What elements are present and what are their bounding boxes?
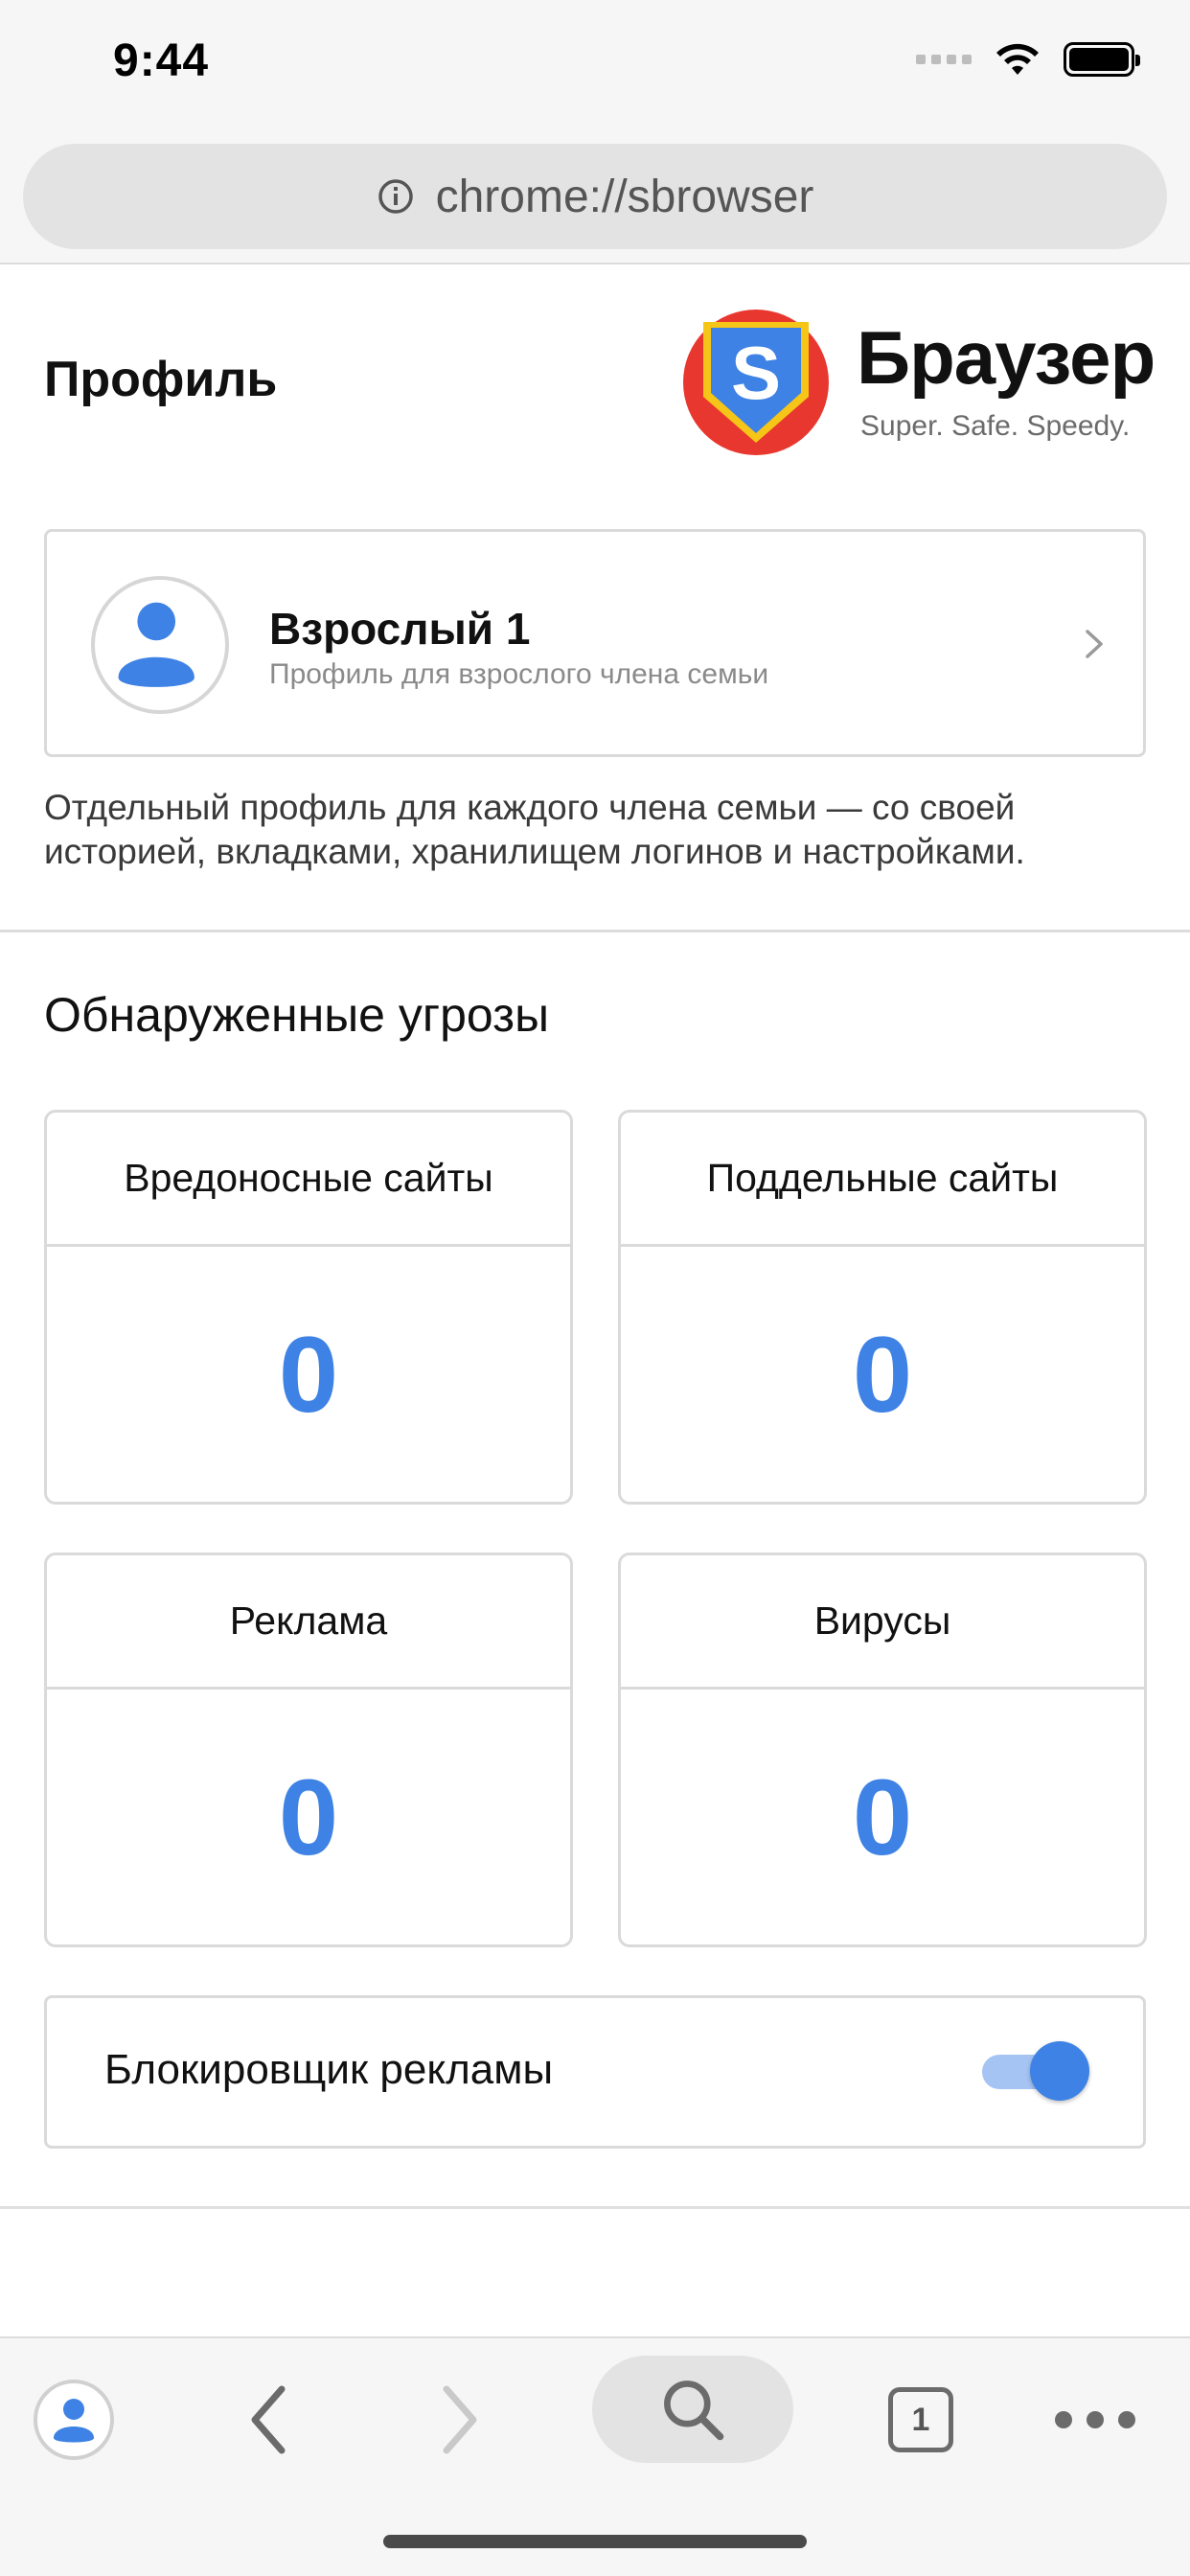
- browser-top-chrome: 9:44 chrome://sbrowser: [0, 0, 1190, 264]
- profile-card[interactable]: Взрослый 1 Профиль для взрослого члена с…: [44, 529, 1146, 757]
- threat-tile-malicious-sites[interactable]: Вредоносные сайты 0: [44, 1110, 573, 1505]
- brand-name: Браузер: [857, 315, 1156, 400]
- profile-name: Взрослый 1: [269, 604, 531, 654]
- ad-blocker-row: Блокировщик рекламы: [44, 1995, 1146, 2149]
- threat-tile-label: Вредоносные сайты: [47, 1113, 570, 1247]
- threat-tile-viruses[interactable]: Вирусы 0: [618, 1552, 1147, 1947]
- chevron-left-icon: [251, 2385, 286, 2454]
- threat-tile-label: Вирусы: [621, 1555, 1144, 1690]
- tabs-button[interactable]: 1: [858, 2358, 983, 2482]
- threat-tile-label: Поддельные сайты: [621, 1113, 1144, 1247]
- status-icons: [916, 40, 1140, 79]
- back-button[interactable]: [207, 2358, 332, 2482]
- ad-blocker-toggle[interactable]: [982, 2040, 1089, 2102]
- browser-logo-icon: S: [683, 310, 829, 455]
- address-bar[interactable]: chrome://sbrowser: [23, 144, 1167, 249]
- chevron-right-icon: [1086, 630, 1103, 658]
- threat-tile-fake-sites[interactable]: Поддельные сайты 0: [618, 1110, 1147, 1505]
- chevron-right-icon: [443, 2385, 477, 2454]
- avatar: [91, 576, 229, 714]
- more-dots-icon: [1055, 2411, 1135, 2428]
- threat-tile-label: Реклама: [47, 1555, 570, 1690]
- forward-button[interactable]: [397, 2358, 521, 2482]
- profile-section-title: Профиль: [44, 352, 278, 407]
- wifi-icon: [996, 43, 1039, 75]
- svg-text:S: S: [731, 331, 781, 415]
- info-icon[interactable]: [377, 177, 415, 216]
- section-divider: [0, 2206, 1190, 2209]
- tab-count: 1: [888, 2387, 953, 2452]
- threats-section-title: Обнаруженные угрозы: [44, 988, 550, 1042]
- threat-tile-count: 0: [278, 1314, 339, 1435]
- section-divider: [0, 930, 1190, 932]
- threat-tile-ads[interactable]: Реклама 0: [44, 1552, 573, 1947]
- person-icon: [118, 602, 195, 687]
- url-text[interactable]: chrome://sbrowser: [436, 171, 814, 223]
- profile-description: Отдельный профиль для каждого члена семь…: [44, 788, 1025, 871]
- profile-subtitle: Профиль для взрослого члена семьи: [269, 658, 769, 690]
- home-indicator[interactable]: [383, 2535, 807, 2548]
- ad-blocker-label: Блокировщик рекламы: [104, 2046, 554, 2093]
- battery-icon: [1064, 42, 1140, 77]
- profile-avatar-icon: [34, 2380, 114, 2460]
- cellular-signal-icon: [916, 55, 972, 64]
- search-icon: [664, 2380, 724, 2441]
- brand-tagline: Super. Safe. Speedy.: [860, 410, 1131, 442]
- brand-logo-block: S Браузер Super. Safe. Speedy.: [682, 305, 1156, 458]
- status-time: 9:44: [113, 35, 210, 86]
- threat-tile-count: 0: [852, 1757, 913, 1877]
- profile-button[interactable]: [11, 2358, 136, 2482]
- more-menu-button[interactable]: [1033, 2358, 1157, 2482]
- threat-tile-count: 0: [278, 1757, 339, 1877]
- threat-tile-count: 0: [852, 1314, 913, 1435]
- toggle-knob: [1030, 2041, 1089, 2101]
- search-button[interactable]: [592, 2356, 793, 2463]
